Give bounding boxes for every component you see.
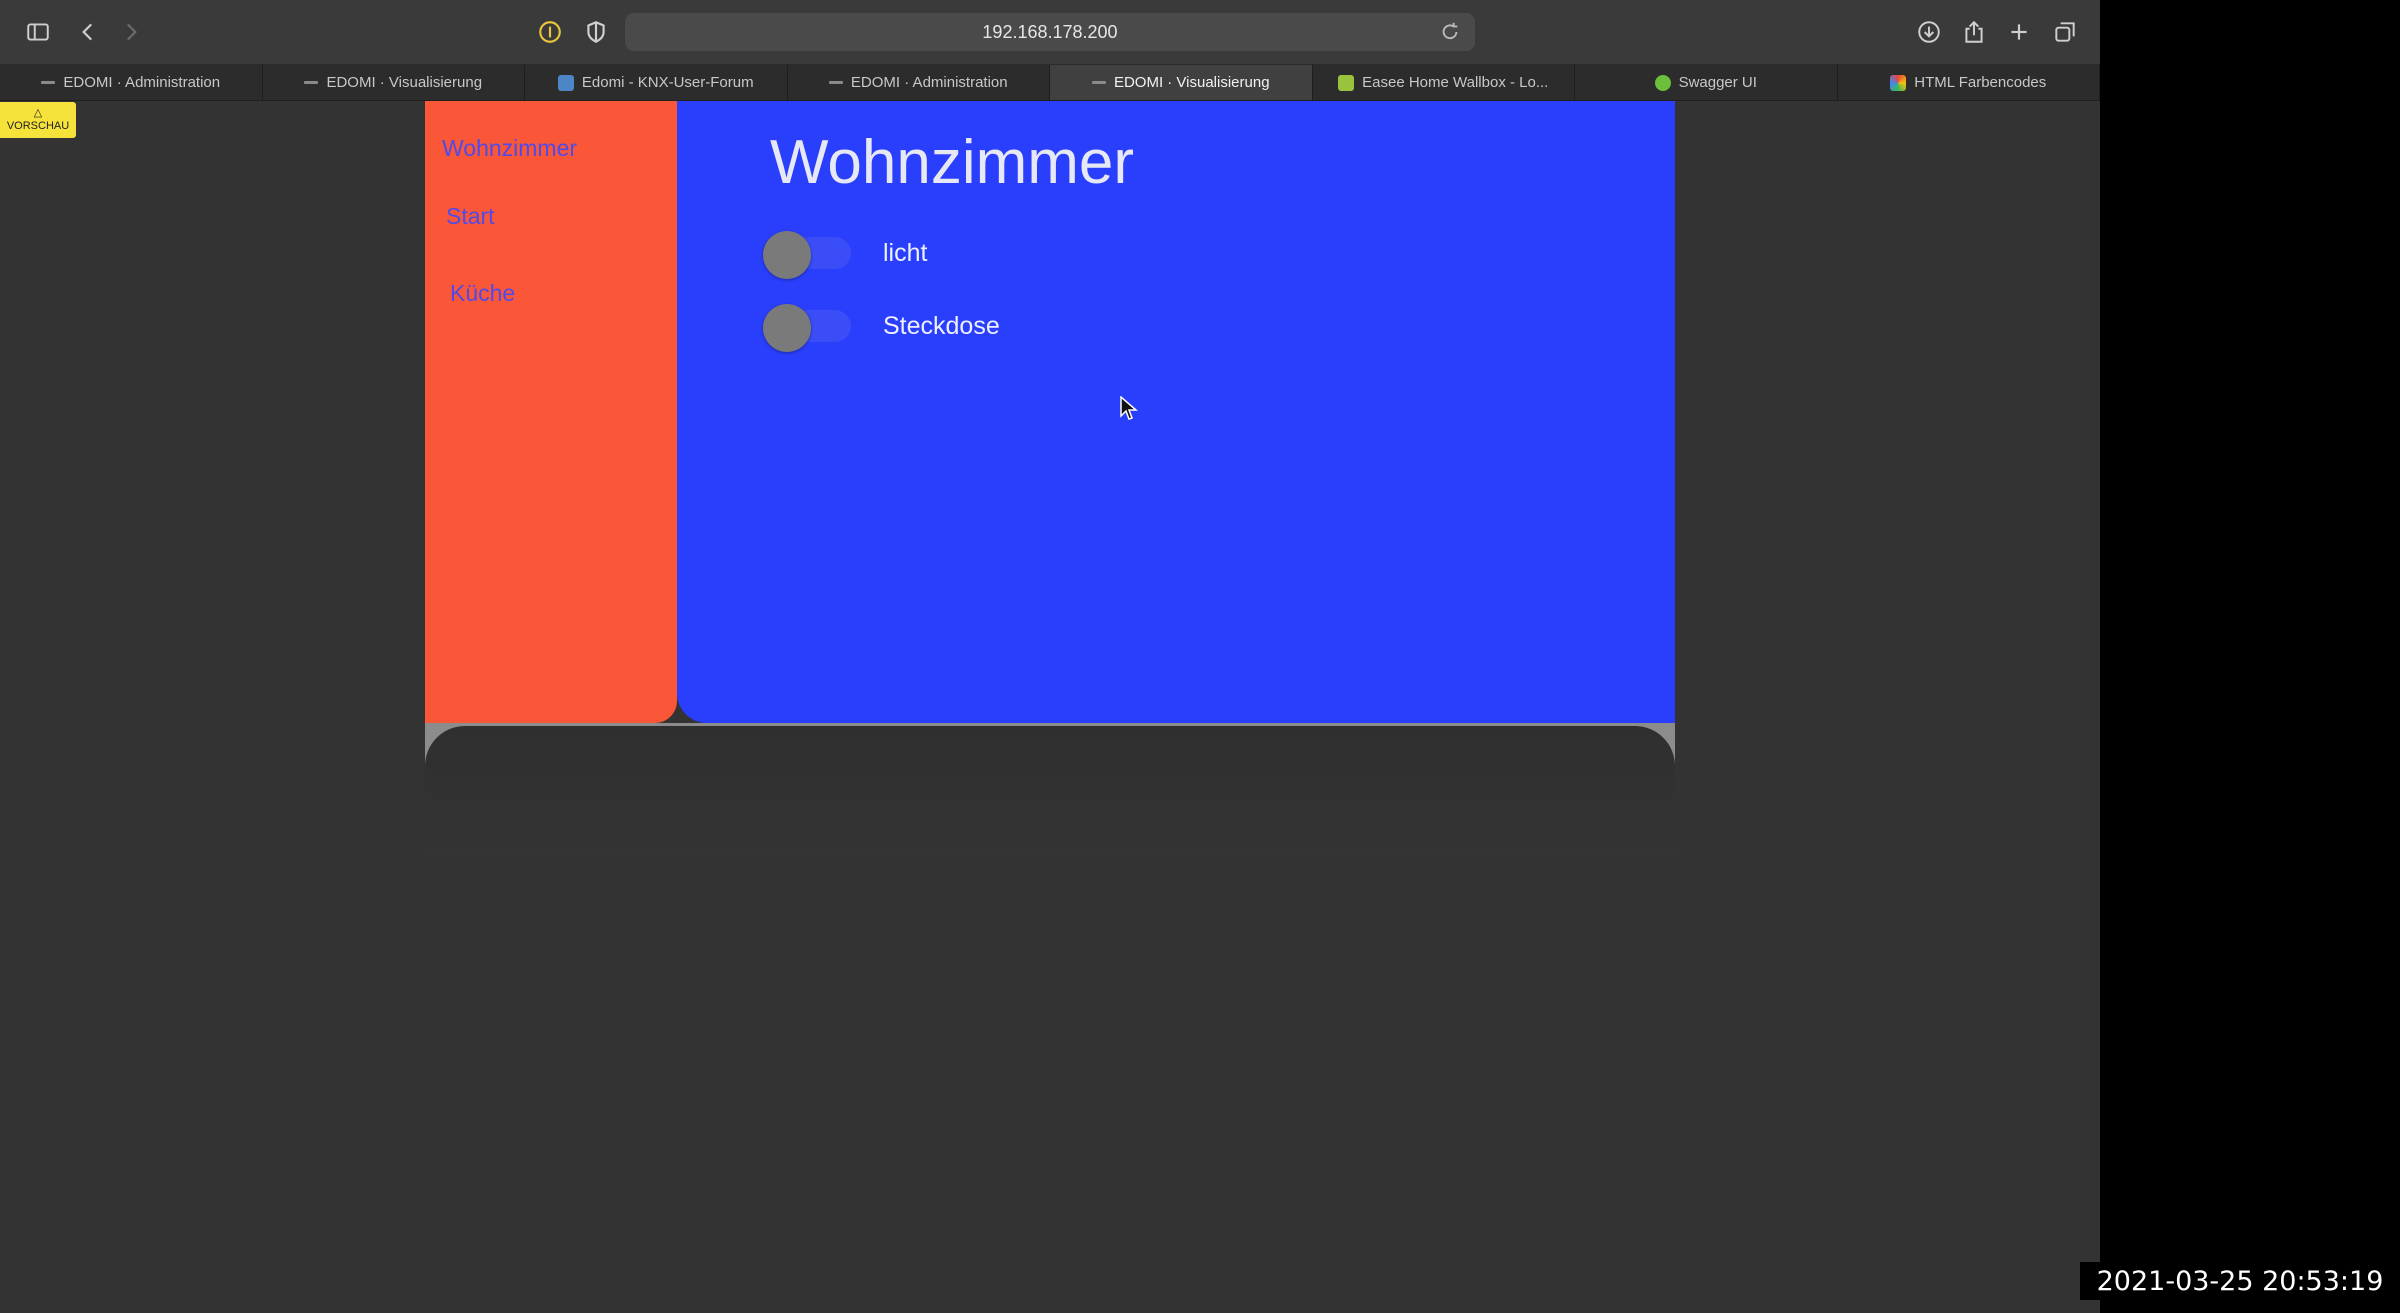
- reload-icon[interactable]: [1439, 21, 1461, 43]
- wallbox-icon: [1338, 74, 1355, 91]
- address-bar[interactable]: 192.168.178.200: [625, 13, 1475, 51]
- switch-label: Steckdose: [883, 311, 1000, 340]
- preview-badge: △ VORSCHAU: [0, 102, 76, 138]
- forum-icon: [557, 74, 574, 91]
- licht-toggle[interactable]: [763, 231, 853, 279]
- screen: 192.168.178.200 EDOMI · Administration E…: [0, 0, 2100, 1313]
- line-icon: [1091, 81, 1106, 84]
- back-icon[interactable]: [72, 16, 104, 48]
- share-icon[interactable]: [1958, 16, 1990, 48]
- bottom-panel: [425, 723, 1675, 853]
- tab-bar: EDOMI · Administration EDOMI · Visualisi…: [0, 65, 2100, 101]
- password-extension-icon[interactable]: [534, 16, 566, 48]
- toggle-knob: [763, 231, 811, 279]
- warning-icon: △: [33, 107, 43, 119]
- tab-swagger-ui[interactable]: Swagger UI: [1575, 65, 1838, 100]
- visu-sidebar: Wohnzimmer Start Küche: [425, 101, 677, 723]
- tab-edomi-visualisierung[interactable]: EDOMI · Visualisierung: [263, 65, 525, 100]
- toggle-knob: [763, 304, 811, 352]
- switch-label: licht: [883, 238, 928, 267]
- tab-knx-user-forum[interactable]: Edomi - KNX-User-Forum: [525, 65, 788, 100]
- switch-row-steckdose: Steckdose: [763, 304, 1000, 352]
- tab-label: Easee Home Wallbox - Lo...: [1362, 74, 1549, 91]
- tab-edomi-visualisierung-active[interactable]: EDOMI · Visualisierung: [1050, 65, 1313, 100]
- tab-label: EDOMI · Visualisierung: [326, 74, 483, 91]
- address-text: 192.168.178.200: [982, 21, 1118, 42]
- page-title: Wohnzimmer: [770, 128, 1135, 197]
- nav-link-kueche[interactable]: Küche: [450, 280, 515, 307]
- timestamp: 2021-03-25 20:53:19: [2080, 1262, 2400, 1300]
- color-icon: [1890, 74, 1907, 91]
- downloads-icon[interactable]: [1913, 16, 1945, 48]
- forward-icon[interactable]: [115, 16, 147, 48]
- bottom-panel-surface: [425, 726, 1675, 853]
- tab-easee-wallbox[interactable]: Easee Home Wallbox - Lo...: [1313, 65, 1575, 100]
- tab-label: HTML Farbencodes: [1914, 74, 2047, 91]
- line-icon: [828, 81, 843, 84]
- tab-edomi-administration-2[interactable]: EDOMI · Administration: [788, 65, 1050, 100]
- nav-link-start[interactable]: Start: [446, 203, 495, 230]
- tab-label: EDOMI · Visualisierung: [1113, 74, 1270, 91]
- preview-badge-label: VORSCHAU: [6, 120, 70, 132]
- steckdose-toggle[interactable]: [763, 304, 853, 352]
- tab-label: EDOMI · Administration: [850, 74, 1008, 91]
- tab-html-farbencodes[interactable]: HTML Farbencodes: [1838, 65, 2100, 100]
- tab-label: Swagger UI: [1678, 74, 1757, 91]
- privacy-shield-icon[interactable]: [580, 16, 612, 48]
- mouse-pointer-icon: [1120, 396, 1138, 420]
- visu-main-panel: Wohnzimmer licht Steckdose: [677, 101, 1675, 723]
- new-tab-icon[interactable]: [2003, 16, 2035, 48]
- switch-row-licht: licht: [763, 231, 928, 279]
- browser-toolbar: 192.168.178.200: [0, 0, 2100, 65]
- tab-label: Edomi - KNX-User-Forum: [581, 74, 754, 91]
- swagger-icon: [1654, 74, 1671, 91]
- nav-link-wohnzimmer[interactable]: Wohnzimmer: [442, 135, 577, 162]
- tab-label: EDOMI · Administration: [63, 74, 221, 91]
- line-icon: [304, 81, 319, 84]
- tab-overview-icon[interactable]: [2049, 16, 2081, 48]
- sidebar-toggle-icon[interactable]: [22, 16, 54, 48]
- line-icon: [41, 81, 56, 84]
- tab-edomi-administration[interactable]: EDOMI · Administration: [0, 65, 263, 100]
